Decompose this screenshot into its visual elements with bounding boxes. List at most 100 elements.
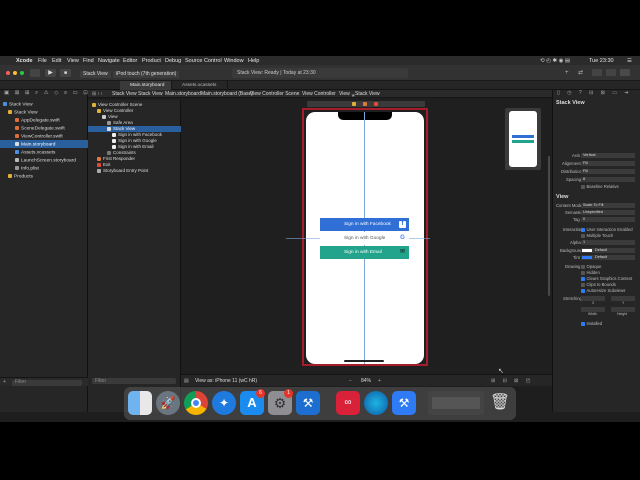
zoom-out-icon[interactable]: − (349, 379, 352, 384)
jumpbar-item[interactable]: View Controller Scene (250, 91, 299, 97)
menu-app-name[interactable]: Xcode (16, 58, 33, 64)
navigator-filter-input[interactable]: Filter (12, 379, 82, 386)
tab-assets[interactable]: Assets.xcassets (172, 81, 228, 90)
safari-icon[interactable]: ✦ (212, 391, 236, 415)
jumpbar-item[interactable]: Main.storyboard (Base) (201, 91, 253, 97)
menu-edit[interactable]: Edit (52, 58, 61, 64)
jumpbar-item[interactable]: Stack View (112, 91, 137, 97)
jumpbar-item[interactable]: View Controller (302, 91, 336, 97)
add-icon[interactable]: + (3, 380, 6, 385)
minimize-window-button[interactable] (13, 71, 17, 75)
installed-checkbox[interactable]: Installed (581, 321, 602, 326)
xcode-alt-icon[interactable]: ⚒ (392, 391, 416, 415)
menu-help[interactable]: Help (248, 58, 259, 64)
stretch-y-field[interactable] (611, 296, 635, 301)
axis-popup[interactable]: Vertical (581, 153, 635, 158)
nav-file-row[interactable]: Info.plist (0, 164, 88, 172)
zoom-window-button[interactable] (20, 71, 24, 75)
stretch-height-field[interactable] (611, 307, 635, 312)
trash-icon[interactable]: 🗑 (488, 391, 512, 415)
device-selector[interactable]: iPod touch (7th generation) (113, 71, 180, 78)
run-button[interactable]: ▶ (45, 69, 56, 77)
menu-file[interactable]: File (38, 58, 47, 64)
semantic-popup[interactable]: Unspecified (581, 210, 635, 215)
stretch-x-field[interactable] (581, 296, 605, 301)
nav-file-label: Main.storyboard (21, 141, 56, 147)
opaque-checkbox[interactable]: Opaque (581, 264, 601, 269)
debug-area-toggle-icon[interactable] (606, 69, 616, 76)
baseline-checkbox[interactable]: Baseline Relative (581, 184, 619, 189)
view-controller-dock-icon[interactable] (352, 102, 356, 106)
library-icon[interactable]: + (565, 70, 569, 76)
nav-file-row[interactable]: Assets.xcassets (0, 148, 88, 156)
tag-field[interactable]: 0 (581, 217, 635, 222)
autoresize-checkbox[interactable]: Autoresize Subviews (581, 288, 625, 293)
menu-source-control[interactable]: Source Control (185, 58, 222, 64)
scene-icon (92, 102, 96, 107)
nav-file-row[interactable]: AppDelegate.swift (0, 116, 88, 124)
nav-file-row-selected[interactable]: Main.storyboard (0, 140, 88, 148)
launchpad-icon[interactable]: 🚀 (156, 391, 180, 415)
menu-navigate[interactable]: Navigate (98, 58, 120, 64)
menu-find[interactable]: Find (83, 58, 94, 64)
exit-dock-icon[interactable] (374, 102, 378, 106)
nav-file-row[interactable]: ViewController.swift (0, 132, 88, 140)
navigator-toggle-icon[interactable] (30, 69, 40, 77)
creative-cloud-icon[interactable]: ∞ (336, 391, 360, 415)
nav-file-row[interactable]: LaunchScreen.storyboard (0, 156, 88, 164)
alpha-field[interactable]: 1 (581, 240, 635, 245)
outline-filter-input[interactable]: Filter (92, 378, 176, 384)
first-responder-dock-icon[interactable] (363, 102, 367, 106)
user-interaction-checkbox[interactable]: User Interaction Enabled (581, 227, 633, 232)
alignment-popup[interactable]: Fill (581, 161, 635, 166)
stop-button[interactable]: ■ (60, 69, 71, 77)
minimized-window-thumbnail[interactable] (428, 391, 484, 415)
nav-project-row[interactable]: Stack View (0, 100, 88, 108)
menu-debug[interactable]: Debug (165, 58, 181, 64)
jumpbar-item[interactable]: View (339, 91, 350, 97)
minimap[interactable] (505, 108, 541, 170)
navigator-tabs-icon[interactable]: ▣ ⊠ ⊞ ⌕ ⚠ ◇ ≡ ▭ ⊡ (4, 90, 90, 97)
jumpbar-item[interactable]: Stack View (138, 91, 163, 97)
scheme-selector[interactable]: Stack View (80, 71, 111, 78)
menu-view[interactable]: View (67, 58, 79, 64)
close-window-button[interactable] (6, 71, 10, 75)
menu-list-icon[interactable]: ☰ (627, 58, 632, 64)
vertical-scrollbar[interactable] (548, 156, 550, 296)
edge-icon[interactable] (364, 391, 388, 415)
outline-entry-row[interactable]: Storyboard Entry Point (88, 168, 181, 174)
stretch-width-field[interactable] (581, 307, 605, 312)
jump-bar: ⊞ ‹ › Stack View Stack View Main.storybo… (88, 90, 552, 98)
layout-tools-icon[interactable]: ⊞ ⊟ ⊠ ◰ (491, 379, 533, 384)
zoom-in-icon[interactable]: + (378, 379, 381, 384)
spacing-field[interactable]: 8 (581, 177, 635, 182)
facebook-signin-button[interactable]: Sign in with Facebook f (320, 218, 409, 231)
editor-layout-icon[interactable] (592, 69, 602, 76)
nav-file-row[interactable]: SceneDelegate.swift (0, 124, 88, 132)
inspector-toggle-icon[interactable] (620, 69, 630, 76)
menu-editor[interactable]: Editor (123, 58, 137, 64)
jumpbar-item[interactable]: Main.storyboard (165, 91, 201, 97)
xcode-icon[interactable]: ⚒ (296, 391, 320, 415)
finder-icon[interactable] (128, 391, 152, 415)
distribution-popup[interactable]: Fill (581, 169, 635, 174)
tab-main-storyboard[interactable]: Main.storyboard (120, 81, 172, 90)
code-review-icon[interactable]: ⇄ (578, 70, 583, 76)
nav-group-row[interactable]: Stack View (0, 108, 88, 116)
jumpbar-item-current[interactable]: Stack View (355, 91, 380, 97)
menu-window[interactable]: Window (224, 58, 244, 64)
view-as-device[interactable]: View as: iPhone 11 (wC hR) (195, 379, 257, 384)
email-signin-button[interactable]: Sign in with Email ✉ (320, 246, 409, 259)
content-mode-popup[interactable]: Scale To Fill (581, 203, 635, 208)
inspector-tabs-icon[interactable]: ▯ ◷ ? ⊟ ⊠ ▭ ➔ (557, 91, 632, 96)
google-signin-button[interactable]: Sign in with Google G (320, 232, 409, 245)
chrome-icon[interactable] (184, 391, 208, 415)
nav-group-row[interactable]: Products (0, 172, 88, 180)
menu-product[interactable]: Product (142, 58, 161, 64)
multiple-touch-checkbox[interactable]: Multiple Touch (581, 233, 613, 238)
clears-context-checkbox[interactable]: Clears Graphics Context (581, 276, 632, 281)
outline-toggle-icon[interactable]: ▤ (184, 379, 189, 384)
hidden-checkbox[interactable]: Hidden (581, 270, 600, 275)
clips-bounds-checkbox[interactable]: Clips to Bounds (581, 282, 616, 287)
related-items-icon[interactable]: ⊞ ‹ › (92, 91, 102, 97)
